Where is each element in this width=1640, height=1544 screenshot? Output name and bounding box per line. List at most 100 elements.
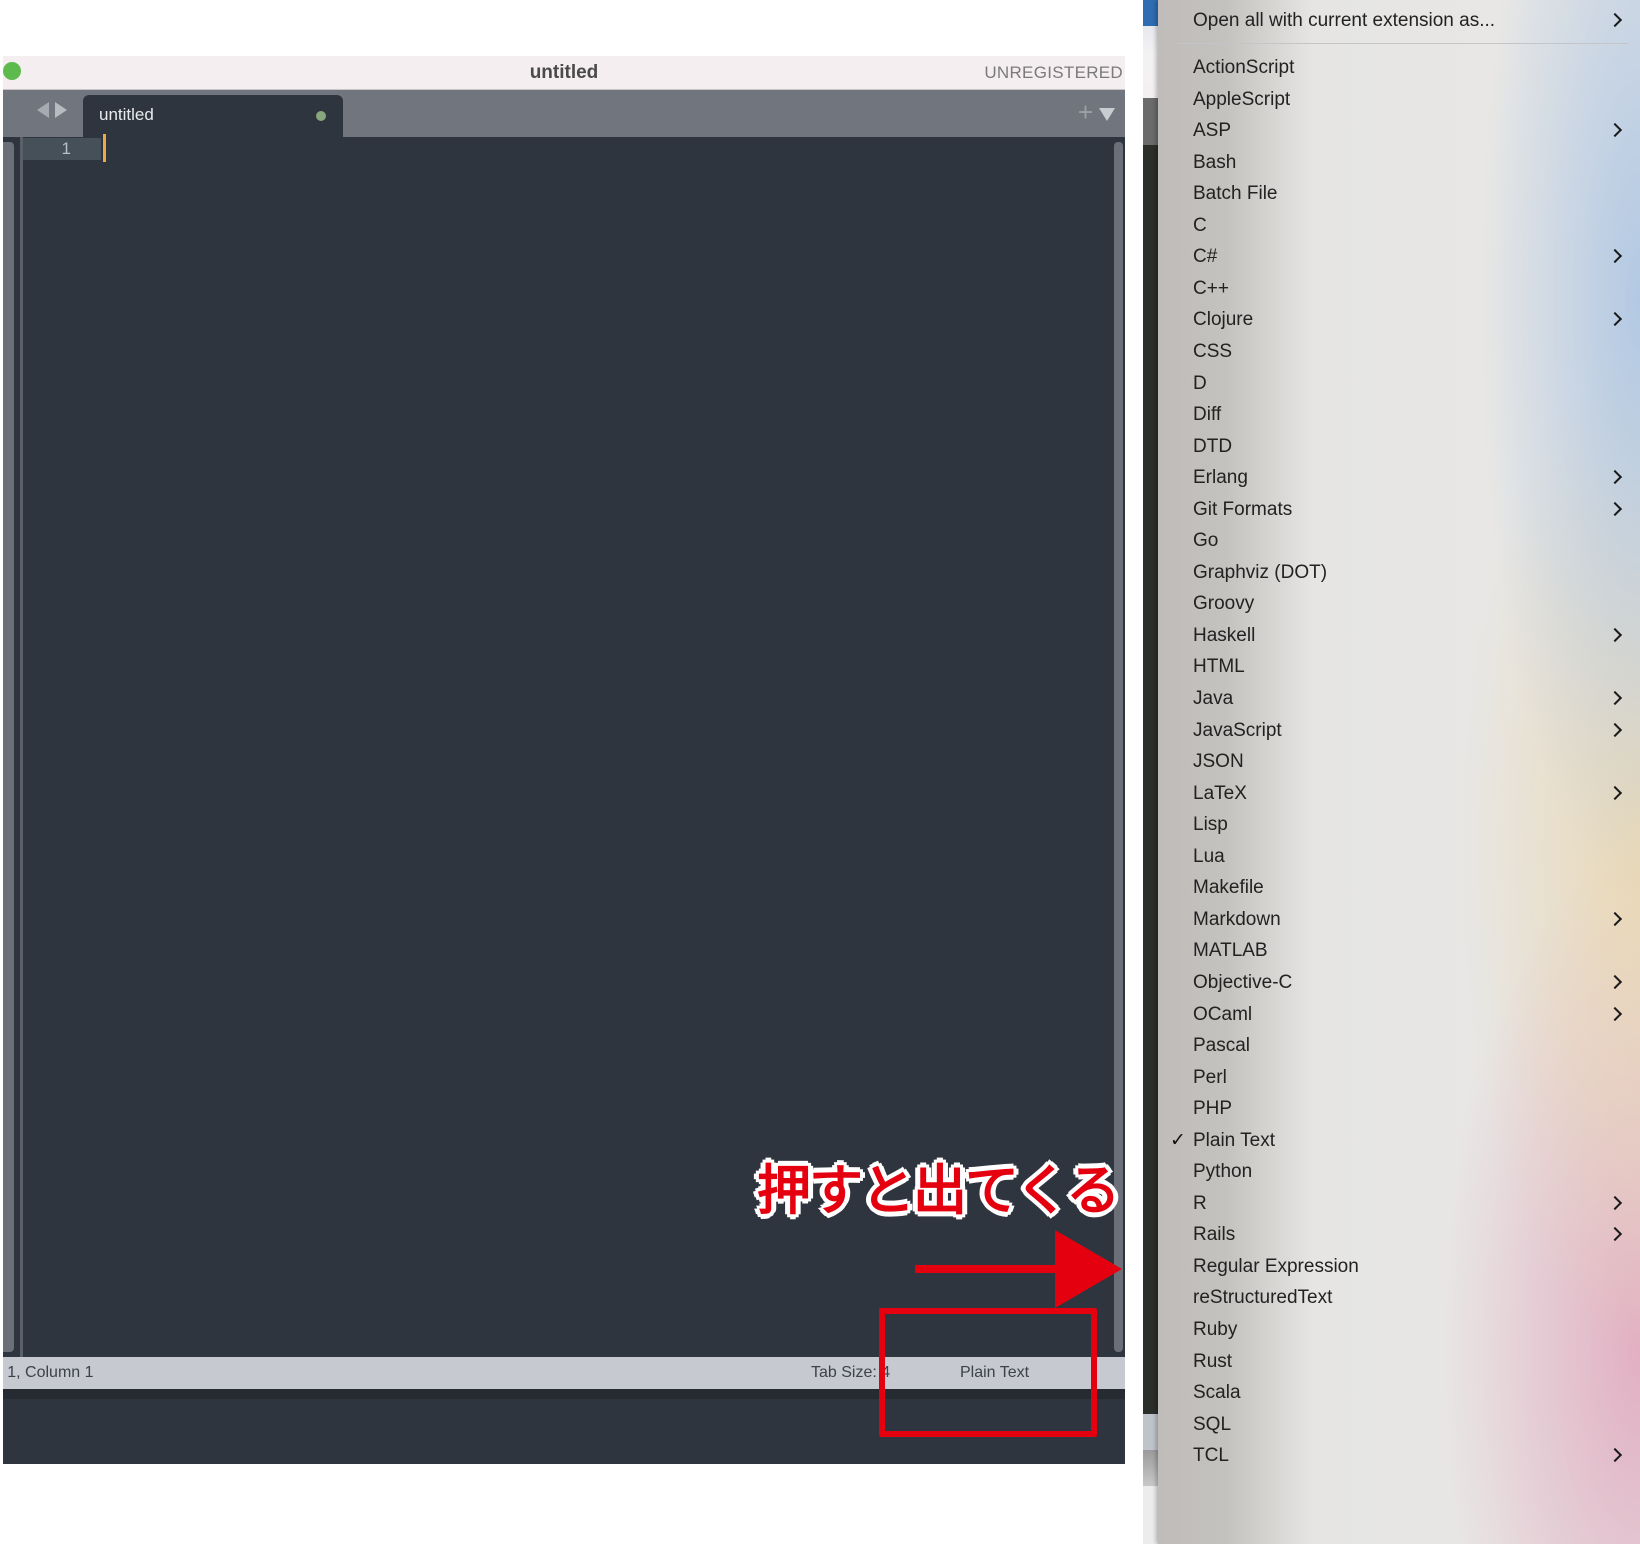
submenu-chevron-icon: [1607, 1226, 1623, 1242]
menu-item-label: Open all with current extension as...: [1193, 10, 1496, 31]
menu-item-label: HTML: [1193, 656, 1245, 677]
menu-item-asp[interactable]: ASP: [1158, 115, 1640, 146]
menu-item-label: SQL: [1193, 1414, 1232, 1435]
menu-separator: [1178, 43, 1628, 44]
tab-label: untitled: [99, 105, 154, 124]
menu-item-label: PHP: [1193, 1098, 1233, 1119]
menu-item-cplusplus[interactable]: C++: [1158, 273, 1640, 304]
menu-item-r[interactable]: R: [1158, 1188, 1640, 1219]
menu-item-label: JSON: [1193, 751, 1244, 772]
menu-item-clojure[interactable]: Clojure: [1158, 304, 1640, 335]
menu-item-objective-c[interactable]: Objective-C: [1158, 967, 1640, 998]
submenu-chevron-icon: [1607, 785, 1623, 801]
menu-item-label: ASP: [1193, 120, 1232, 141]
menu-item-perl[interactable]: Perl: [1158, 1062, 1640, 1093]
menu-item-ruby[interactable]: Ruby: [1158, 1314, 1640, 1345]
menu-item-css[interactable]: CSS: [1158, 336, 1640, 367]
title-bar: untitled UNREGISTERED: [3, 56, 1125, 90]
tab-untitled[interactable]: untitled: [83, 95, 343, 137]
menu-item-label: R: [1193, 1193, 1207, 1214]
menu-item-label: AppleScript: [1193, 89, 1291, 110]
menu-item-markdown[interactable]: Markdown: [1158, 904, 1640, 935]
menu-item-applescript[interactable]: AppleScript: [1158, 84, 1640, 115]
menu-item-go[interactable]: Go: [1158, 525, 1640, 556]
submenu-chevron-icon: [1607, 722, 1623, 738]
menu-item-plain-text[interactable]: ✓ Plain Text: [1158, 1125, 1640, 1156]
menu-item-ocaml[interactable]: OCaml: [1158, 999, 1640, 1030]
menu-item-javascript[interactable]: JavaScript: [1158, 715, 1640, 746]
menu-item-latex[interactable]: LaTeX: [1158, 778, 1640, 809]
menu-item-scala[interactable]: Scala: [1158, 1377, 1640, 1408]
menu-item-label: Groovy: [1193, 593, 1255, 614]
annotation-caption: 押すと出てくる: [757, 1159, 1120, 1222]
window-title: untitled: [529, 62, 599, 83]
cursor-position: ne 1, Column 1: [3, 1364, 94, 1381]
menu-item-erlang[interactable]: Erlang: [1158, 462, 1640, 493]
menu-item-dtd[interactable]: DTD: [1158, 431, 1640, 462]
line-number: 1: [61, 139, 71, 158]
menu-item-groovy[interactable]: Groovy: [1158, 588, 1640, 619]
previous-tab-icon[interactable]: [37, 102, 49, 118]
menu-item-restructuredtext[interactable]: reStructuredText: [1158, 1282, 1640, 1313]
menu-item-java[interactable]: Java: [1158, 683, 1640, 714]
menu-item-rust[interactable]: Rust: [1158, 1346, 1640, 1377]
tab-bar: untitled +: [3, 90, 1125, 137]
arrow-head: [1055, 1230, 1122, 1308]
menu-item-makefile[interactable]: Makefile: [1158, 872, 1640, 903]
menu-item-csharp[interactable]: C#: [1158, 241, 1640, 272]
menu-item-label: CSS: [1193, 341, 1233, 362]
annotation-arrow-icon: [915, 1230, 1122, 1308]
menu-item-tcl[interactable]: TCL: [1158, 1440, 1640, 1471]
menu-item-label: D: [1193, 373, 1207, 394]
menu-item-html[interactable]: HTML: [1158, 651, 1640, 682]
menu-item-label: DTD: [1193, 436, 1233, 457]
menu-item-batch-file[interactable]: Batch File: [1158, 178, 1640, 209]
menu-item-label: Perl: [1193, 1067, 1227, 1088]
menu-item-label: OCaml: [1193, 1004, 1253, 1025]
submenu-chevron-icon: [1607, 12, 1623, 28]
menu-item-diff[interactable]: Diff: [1158, 399, 1640, 430]
menu-item-bash[interactable]: Bash: [1158, 147, 1640, 178]
sidebar-edge: [3, 142, 14, 1352]
submenu-chevron-icon: [1607, 501, 1623, 517]
menu-item-git-formats[interactable]: Git Formats: [1158, 494, 1640, 525]
menu-item-regular-expression[interactable]: Regular Expression: [1158, 1251, 1640, 1282]
checkmark-icon: ✓: [1170, 1130, 1186, 1151]
menu-item-python[interactable]: Python: [1158, 1156, 1640, 1187]
tab-list-dropdown-icon[interactable]: [1099, 108, 1115, 121]
submenu-chevron-icon: [1607, 911, 1623, 927]
menu-item-label: LaTeX: [1193, 783, 1247, 804]
menu-item-matlab[interactable]: MATLAB: [1158, 935, 1640, 966]
submenu-chevron-icon: [1607, 627, 1623, 643]
menu-item-label: Rails: [1193, 1224, 1236, 1245]
menu-item-lua[interactable]: Lua: [1158, 841, 1640, 872]
menu-item-d[interactable]: D: [1158, 368, 1640, 399]
submenu-chevron-icon: [1607, 1195, 1623, 1211]
menu-item-label: Clojure: [1193, 309, 1254, 330]
menu-item-label: C#: [1193, 246, 1218, 267]
arrow-shaft: [915, 1265, 1060, 1273]
menu-item-pascal[interactable]: Pascal: [1158, 1030, 1640, 1061]
menu-item-label: TCL: [1193, 1445, 1229, 1466]
menu-item-actionscript[interactable]: ActionScript: [1158, 52, 1640, 83]
menu-item-label: Bash: [1193, 152, 1237, 173]
menu-item-label: MATLAB: [1193, 940, 1268, 961]
new-tab-plus-icon[interactable]: +: [1078, 97, 1093, 127]
menu-item-php[interactable]: PHP: [1158, 1093, 1640, 1124]
submenu-chevron-icon: [1607, 248, 1623, 264]
submenu-chevron-icon: [1607, 311, 1623, 327]
menu-item-sql[interactable]: SQL: [1158, 1409, 1640, 1440]
menu-item-label: Pascal: [1193, 1035, 1251, 1056]
menu-item-label: Diff: [1193, 404, 1222, 425]
submenu-chevron-icon: [1607, 1447, 1623, 1463]
menu-item-label: ActionScript: [1193, 57, 1295, 78]
next-tab-icon[interactable]: [55, 102, 67, 118]
menu-item-c[interactable]: C: [1158, 210, 1640, 241]
menu-item-open-all-with-extension[interactable]: Open all with current extension as...: [1158, 5, 1640, 36]
menu-item-rails[interactable]: Rails: [1158, 1219, 1640, 1250]
unsaved-dot-icon[interactable]: [316, 111, 326, 121]
menu-item-haskell[interactable]: Haskell: [1158, 620, 1640, 651]
menu-item-json[interactable]: JSON: [1158, 746, 1640, 777]
menu-item-graphviz-dot[interactable]: Graphviz (DOT): [1158, 557, 1640, 588]
menu-item-lisp[interactable]: Lisp: [1158, 809, 1640, 840]
